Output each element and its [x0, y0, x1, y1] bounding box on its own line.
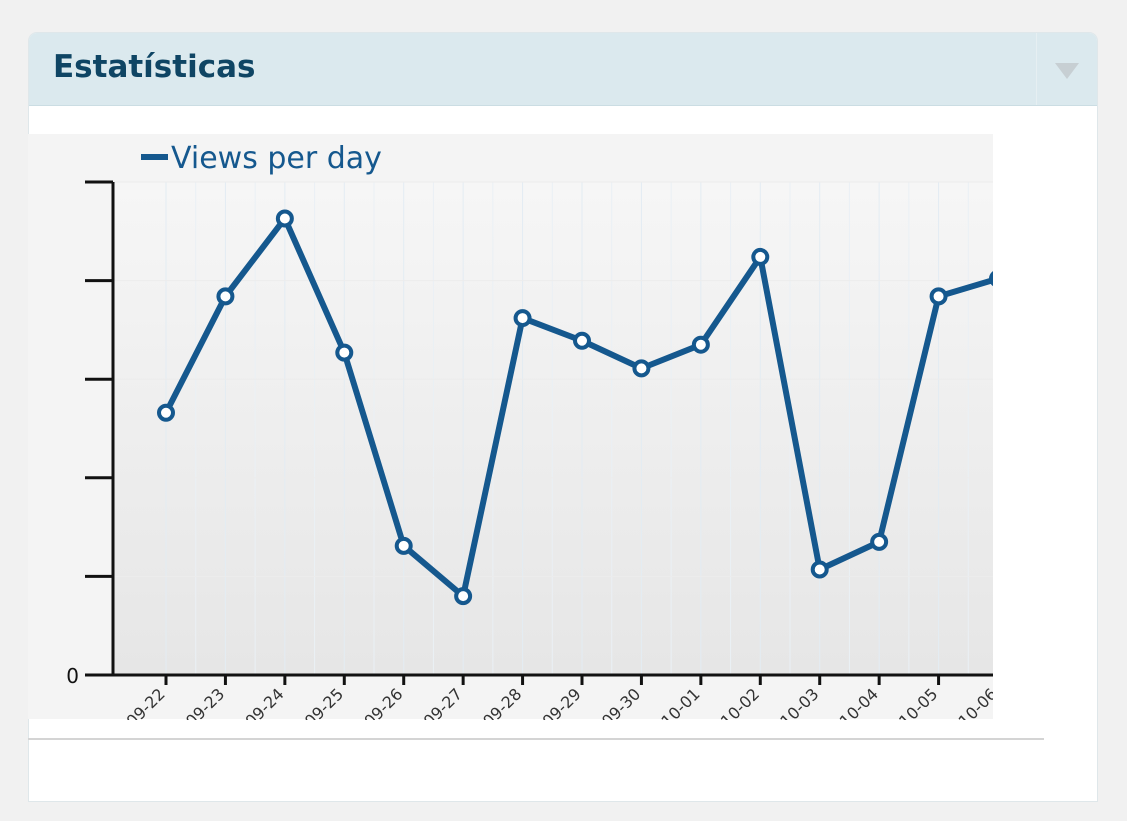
data-point[interactable]	[929, 287, 948, 306]
legend-swatch	[141, 154, 168, 160]
data-point[interactable]	[216, 287, 235, 306]
plot-background	[113, 182, 1006, 675]
data-point[interactable]	[870, 532, 889, 551]
data-point[interactable]	[751, 247, 770, 266]
data-point[interactable]	[275, 209, 294, 228]
triangle-down-icon	[1055, 63, 1079, 79]
legend-label: Views per day	[171, 141, 382, 176]
data-point[interactable]	[632, 359, 651, 378]
data-point[interactable]	[810, 560, 829, 579]
chart-area: 0 09-22 09-23 09-24 09-25 09-26 09-27 09-28 09-2…	[28, 100, 1007, 731]
data-point[interactable]	[573, 331, 591, 350]
data-point[interactable]	[989, 269, 1007, 288]
data-point[interactable]	[335, 343, 354, 362]
data-point[interactable]	[454, 587, 473, 606]
data-point[interactable]	[157, 403, 175, 422]
collapse-toggle-button[interactable]	[1036, 33, 1097, 105]
footer-divider	[28, 738, 1044, 740]
widget-header[interactable]: Estatísticas	[29, 33, 1097, 106]
widget-title: Estatísticas	[53, 49, 256, 85]
data-point[interactable]	[513, 309, 532, 328]
y-tick-label: 0	[66, 664, 79, 688]
data-point[interactable]	[691, 335, 710, 354]
views-chart: 009-22 09-23 09-24 09-25 09-26 09-27 09-28 09-2…	[28, 134, 1007, 731]
data-point[interactable]	[394, 536, 413, 555]
